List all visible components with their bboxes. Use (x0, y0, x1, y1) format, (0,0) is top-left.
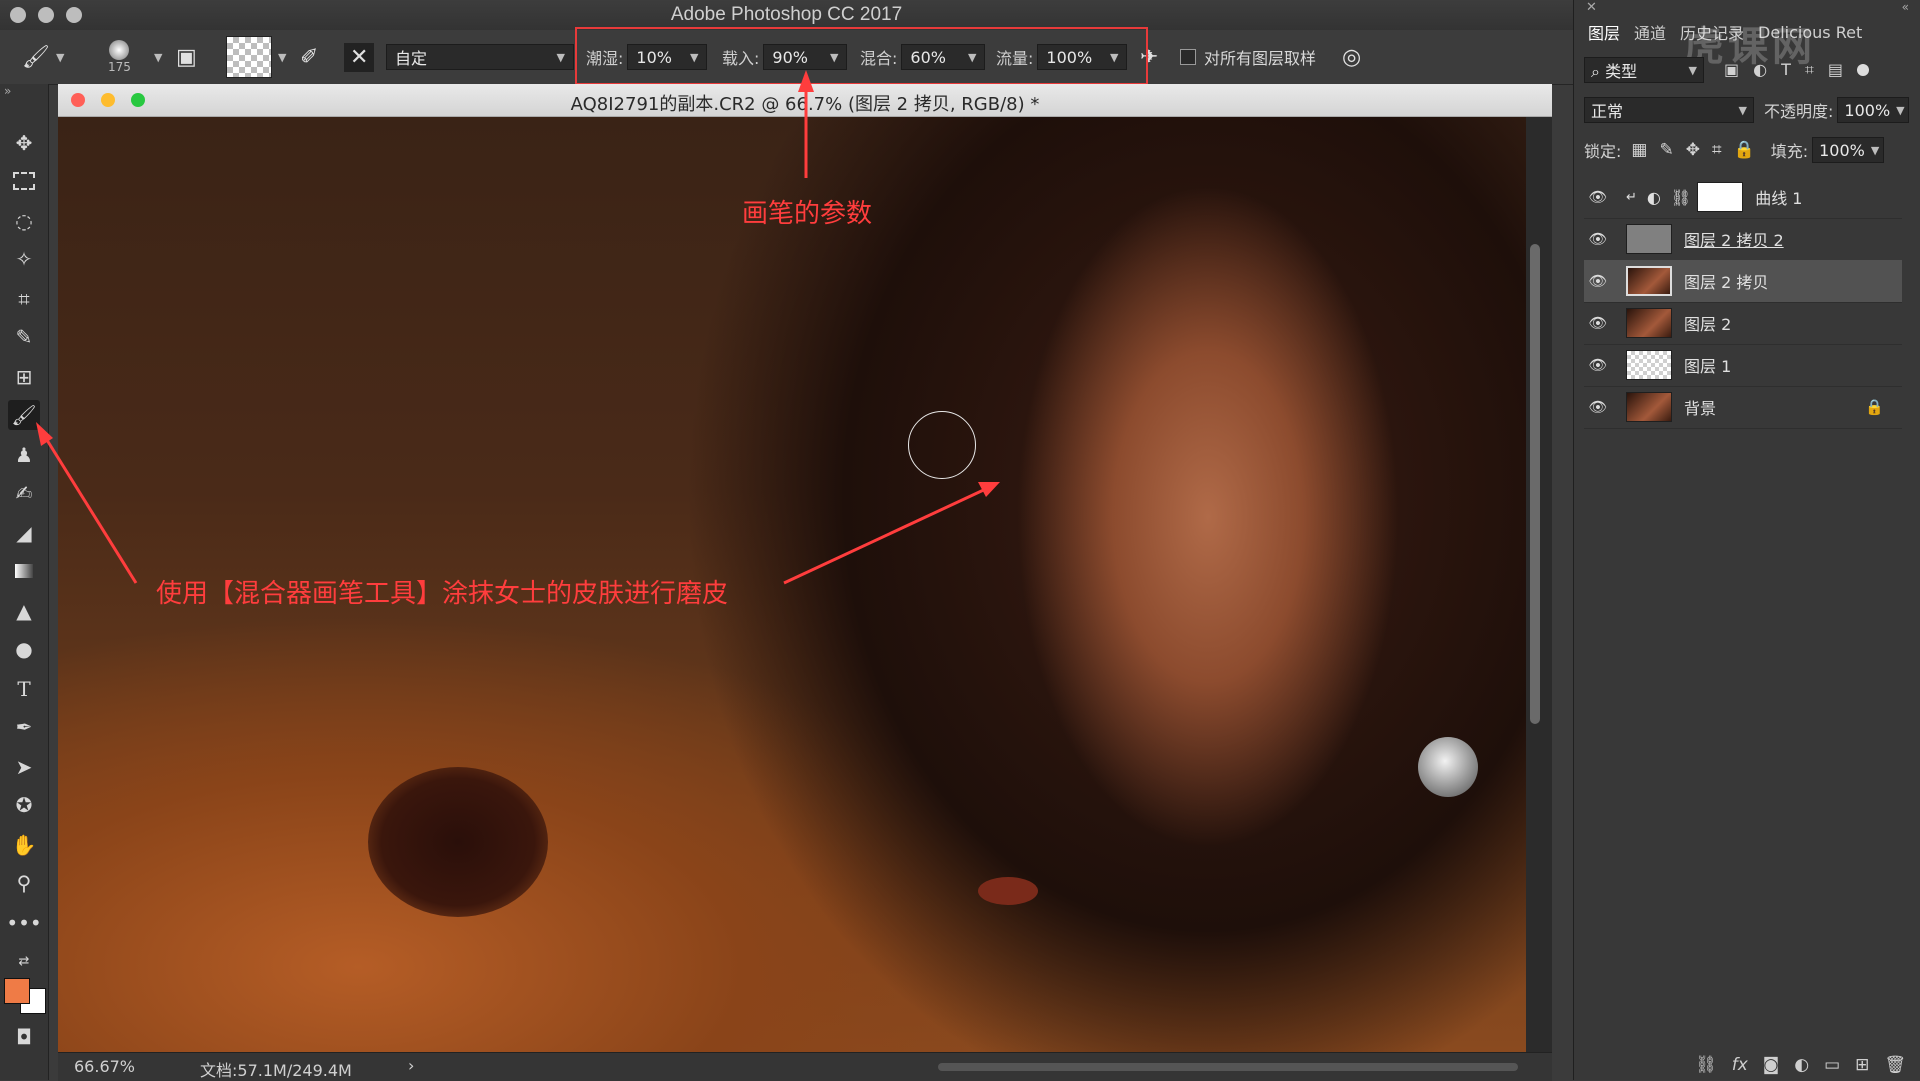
layer-row-background[interactable]: 👁 背景 🔒 (1584, 386, 1902, 429)
layer-row-copy-2[interactable]: 👁 图层 2 拷贝 2 (1584, 218, 1902, 261)
filter-icons[interactable]: ▣◐T⌗▤ (1724, 60, 1857, 80)
eye-icon[interactable]: 👁 (1584, 314, 1612, 332)
blend-mode-select[interactable]: 正常 ▼ (1584, 97, 1754, 123)
opacity-value: 100% (1844, 100, 1891, 120)
layer-row-1[interactable]: 👁 图层 1 (1584, 344, 1902, 387)
filter-kind-value: 类型 (1605, 62, 1638, 81)
new-group-icon[interactable]: ▭ (1824, 1055, 1840, 1075)
eye-icon[interactable]: 👁 (1584, 272, 1612, 290)
layer-name: 背景 (1684, 399, 1717, 418)
lock-fill-row: 锁定: ▦✎✥⌗🔒 填充: 100% ▼ (1574, 132, 1920, 168)
fill-input[interactable]: 100% ▼ (1812, 137, 1885, 163)
clip-arrow-icon: ↵ (1626, 189, 1637, 205)
chevron-down-icon: ▼ (1870, 143, 1880, 157)
adjustment-layer-icon[interactable]: ◐ (1794, 1055, 1809, 1075)
layers-panel: ✕ « 图层 通道 历史记录 Delicious Ret 虎课网 ⌕ 类型 ▼ ▣… (1573, 0, 1920, 1080)
arrowhead-tool (36, 422, 53, 446)
arrowhead-params (798, 70, 814, 92)
tab-layers[interactable]: 图层 (1588, 20, 1620, 44)
arrow-tool (40, 431, 138, 584)
new-layer-icon[interactable]: ⊞ (1855, 1055, 1869, 1075)
layer-thumbnail (1626, 224, 1672, 254)
lock-icons[interactable]: ▦✎✥⌗🔒 (1631, 140, 1766, 160)
blend-opacity-row: 正常 ▼ 不透明度: 100% ▼ (1574, 92, 1920, 128)
opacity-label: 不透明度: (1764, 102, 1834, 121)
layer-name: 曲线 1 (1755, 189, 1803, 208)
layer-row-copy[interactable]: 👁 图层 2 拷贝 (1584, 260, 1902, 303)
layer-thumbnail (1626, 350, 1672, 380)
filter-kind-select[interactable]: ⌕ 类型 ▼ (1584, 57, 1704, 83)
layer-name: 图层 2 (1684, 315, 1732, 334)
lock-label: 锁定: (1584, 142, 1622, 161)
curves-adjustment-icon: ◐ (1646, 187, 1661, 207)
fx-icon[interactable]: fx (1732, 1055, 1748, 1075)
layer-name: 图层 2 拷贝 2 (1684, 231, 1784, 250)
panel-close-icon[interactable]: ✕ (1586, 0, 1597, 15)
layer-filter-row: ⌕ 类型 ▼ ▣◐T⌗▤ (1574, 52, 1920, 88)
layers-panel-footer: ⛓ fx ◙ ◐ ▭ ⊞ 🗑 (1574, 1050, 1920, 1080)
tab-channels[interactable]: 通道 (1634, 20, 1666, 44)
link-icon: ⛓ (1670, 187, 1692, 207)
lock-icon: 🔒 (1865, 398, 1884, 416)
eye-icon[interactable]: 👁 (1584, 398, 1612, 416)
layer-thumbnail (1626, 266, 1672, 296)
opacity-input[interactable]: 100% ▼ (1837, 97, 1910, 123)
layer-mask-thumbnail (1697, 182, 1744, 212)
layer-name: 图层 1 (1684, 357, 1732, 376)
fill-label: 填充: (1770, 142, 1809, 161)
layer-name: 图层 2 拷贝 (1684, 273, 1769, 292)
layer-row-2[interactable]: 👁 图层 2 (1584, 302, 1902, 345)
blend-mode-value: 正常 (1591, 102, 1624, 121)
eye-icon[interactable]: 👁 (1584, 188, 1612, 206)
fill-value: 100% (1819, 140, 1865, 160)
link-layers-icon[interactable]: ⛓ (1695, 1055, 1717, 1075)
chevron-down-icon: ▼ (1688, 63, 1697, 77)
search-icon: ⌕ (1591, 62, 1600, 81)
arrow-skin (783, 485, 991, 585)
layer-row-curves[interactable]: 👁 ↵ ◐ ⛓ 曲线 1 (1584, 176, 1902, 219)
annotation-arrows (36, 70, 1000, 585)
panel-collapse-icon[interactable]: « (1902, 0, 1909, 14)
filter-toggle-icon[interactable] (1856, 64, 1869, 76)
layer-thumbnail (1626, 308, 1672, 338)
eye-icon[interactable]: 👁 (1584, 356, 1612, 374)
add-mask-icon[interactable]: ◙ (1763, 1055, 1780, 1075)
chevron-down-icon: ▼ (1896, 103, 1905, 117)
chevron-down-icon: ▼ (1738, 103, 1747, 117)
trash-icon[interactable]: 🗑 (1884, 1055, 1906, 1075)
eye-icon[interactable]: 👁 (1584, 230, 1612, 248)
layer-thumbnail (1626, 392, 1672, 422)
